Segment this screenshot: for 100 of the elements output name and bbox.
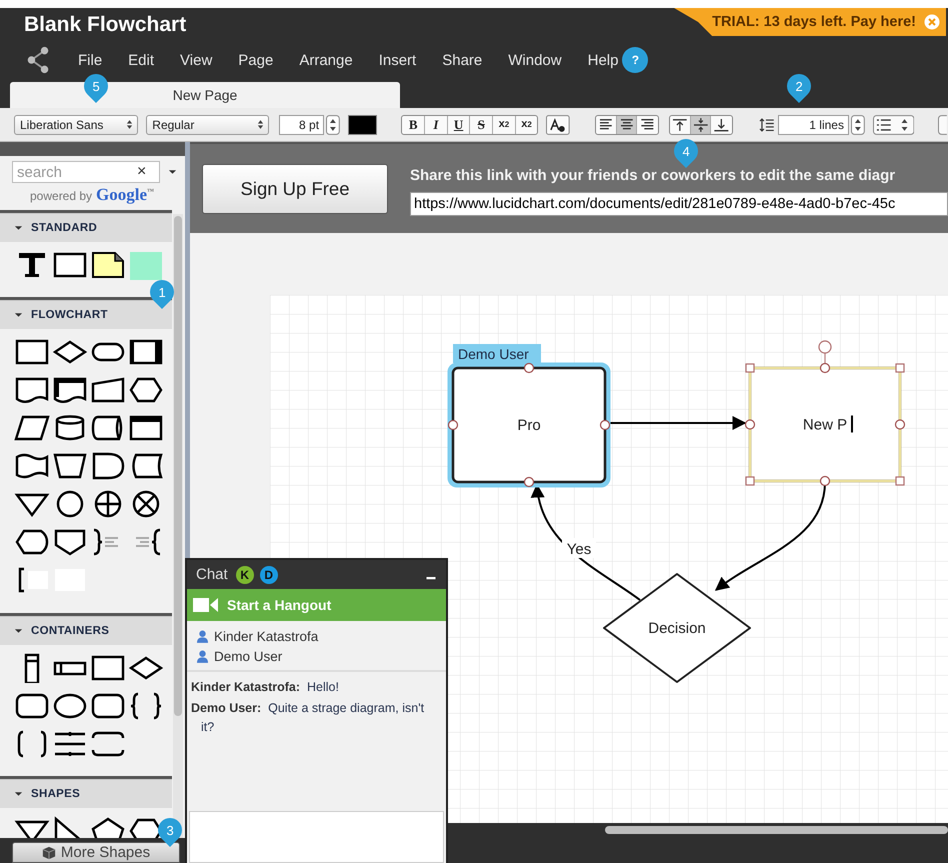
font-size-field[interactable]: 8 pt xyxy=(278,114,324,134)
decision-node[interactable] xyxy=(603,573,751,683)
internal-storage-shape-icon[interactable] xyxy=(128,413,164,443)
note-shape-icon[interactable] xyxy=(90,250,126,280)
hexagon-shape-icon[interactable] xyxy=(128,375,164,405)
more-shapes-button[interactable]: More Shapes xyxy=(12,842,180,863)
list-style-button[interactable] xyxy=(872,114,914,134)
format-button[interactable]: S xyxy=(470,116,494,134)
process-node[interactable] xyxy=(748,366,902,482)
menu-item[interactable]: Insert xyxy=(378,52,416,68)
section-header[interactable]: CONTAINERS xyxy=(0,616,172,645)
callout-number: 3 xyxy=(166,822,174,838)
spinner-icon[interactable] xyxy=(326,114,340,134)
share-link-field[interactable]: https://www.lucidchart.com/documents/edit/281e0789-e48e-4ad0-b7ec-45c xyxy=(410,192,948,216)
user-icon xyxy=(197,650,208,663)
trial-banner[interactable]: TRIAL: 13 days left. Pay here! xyxy=(674,8,946,36)
connection-point[interactable] xyxy=(524,476,534,488)
menu-item[interactable]: Arrange xyxy=(299,52,353,68)
chat-title: Chat xyxy=(196,566,228,583)
connection-point[interactable] xyxy=(820,476,830,486)
text-cursor xyxy=(851,416,853,432)
format-button[interactable]: I xyxy=(425,116,448,134)
menu-item[interactable]: Page xyxy=(238,52,274,68)
scrollbar-thumb[interactable] xyxy=(605,826,948,834)
line-spacing-field[interactable]: 1 lines xyxy=(778,114,849,134)
swimlane-shape-icon[interactable] xyxy=(52,729,88,759)
resize-handle[interactable] xyxy=(745,476,755,486)
resize-handle[interactable] xyxy=(745,363,755,373)
text-color-swatch[interactable] xyxy=(348,114,378,134)
delay-shape-icon[interactable] xyxy=(90,451,126,481)
rectangle-shape-icon[interactable] xyxy=(14,337,50,367)
document-shape-icon[interactable] xyxy=(14,375,50,405)
section-header[interactable]: STANDARD xyxy=(0,213,172,242)
rectangle-shape-icon[interactable] xyxy=(52,250,88,280)
connection-point[interactable] xyxy=(744,419,756,430)
callout-number: 4 xyxy=(682,144,690,158)
connection-point[interactable] xyxy=(894,419,906,430)
resize-handle[interactable] xyxy=(895,476,905,486)
rounded-rectangle-shape-icon[interactable] xyxy=(90,691,126,721)
section-title[interactable]: STANDARD xyxy=(31,222,98,234)
connection-point[interactable] xyxy=(448,420,458,430)
trial-banner-text[interactable]: TRIAL: 13 days left. Pay here! xyxy=(712,14,916,30)
updown-icon xyxy=(126,119,134,130)
scrollbar-thumb[interactable] xyxy=(174,216,182,716)
dropdown-caret-icon[interactable] xyxy=(168,169,177,175)
braces-shape-icon[interactable] xyxy=(128,691,164,721)
vertical-align-button[interactable] xyxy=(690,116,712,134)
parallelogram-shape-icon[interactable] xyxy=(14,413,50,443)
chat-input-field[interactable] xyxy=(189,811,444,863)
resize-handle[interactable] xyxy=(895,363,905,373)
ellipse-shape-icon[interactable] xyxy=(52,691,88,721)
connection-point[interactable] xyxy=(524,362,534,374)
menu-item[interactable]: Share xyxy=(442,52,482,68)
section-title[interactable]: SHAPES xyxy=(31,788,80,800)
rounded-rectangle-shape-icon[interactable] xyxy=(14,691,50,721)
connector-arrow[interactable] xyxy=(610,416,746,430)
cube-icon xyxy=(42,846,56,860)
section-header[interactable]: FLOWCHART xyxy=(0,300,172,329)
multi-document-shape-icon[interactable] xyxy=(52,375,88,405)
search-field[interactable]: search × xyxy=(12,161,160,183)
tape-shape-icon[interactable] xyxy=(14,451,50,481)
rotate-handle[interactable] xyxy=(818,340,832,364)
spinner-icon[interactable] xyxy=(850,114,865,134)
toolbar-button-edge-icon[interactable] xyxy=(938,114,948,134)
connector-label[interactable]: Yes xyxy=(566,541,592,558)
menu-item[interactable]: Window xyxy=(508,52,562,68)
color-block-icon[interactable] xyxy=(128,250,164,280)
collapse-caret-icon xyxy=(14,312,23,318)
menu-item[interactable]: Edit xyxy=(128,52,154,68)
off-page-shape-icon[interactable] xyxy=(52,527,88,557)
section-header[interactable]: SHAPES xyxy=(0,779,172,808)
callout-number: 2 xyxy=(795,78,803,94)
clear-button[interactable]: × xyxy=(137,164,146,180)
collapse-caret-icon xyxy=(14,628,23,634)
section-title[interactable]: FLOWCHART xyxy=(31,309,108,321)
clear-format-icon[interactable] xyxy=(546,114,570,134)
manual-input-shape-icon[interactable] xyxy=(90,375,126,405)
node-label[interactable]: Pro xyxy=(517,417,541,434)
share-instructions: Share this link with your friends or coworkers to edit the same diagr xyxy=(410,167,896,184)
node-label[interactable]: New P xyxy=(802,416,848,434)
font-style-select[interactable]: Regular xyxy=(146,114,269,134)
collapse-caret-icon xyxy=(14,225,23,231)
menu-item[interactable]: File xyxy=(78,52,102,68)
connection-point[interactable] xyxy=(820,362,830,374)
minimize-icon[interactable] xyxy=(425,577,437,580)
connection-point[interactable] xyxy=(600,420,610,430)
subprocess-shape-icon[interactable] xyxy=(128,337,164,367)
display-shape-icon[interactable] xyxy=(14,527,50,557)
align-button[interactable] xyxy=(616,116,638,134)
font-select[interactable]: Liberation Sans xyxy=(14,114,138,134)
format-button[interactable]: B xyxy=(402,116,426,134)
format-button[interactable]: U xyxy=(448,116,470,134)
sign-up-button[interactable]: Sign Up Free xyxy=(202,164,388,214)
open-rectangle-shape-icon[interactable] xyxy=(90,729,126,759)
rectangle-shape-icon[interactable] xyxy=(90,653,126,683)
trapezoid-shape-icon[interactable] xyxy=(52,451,88,481)
section-title[interactable]: CONTAINERS xyxy=(31,625,110,637)
menu-item[interactable]: View xyxy=(180,52,212,68)
menu-item[interactable]: Help xyxy=(588,52,618,68)
node-label[interactable]: Decision xyxy=(648,620,706,637)
